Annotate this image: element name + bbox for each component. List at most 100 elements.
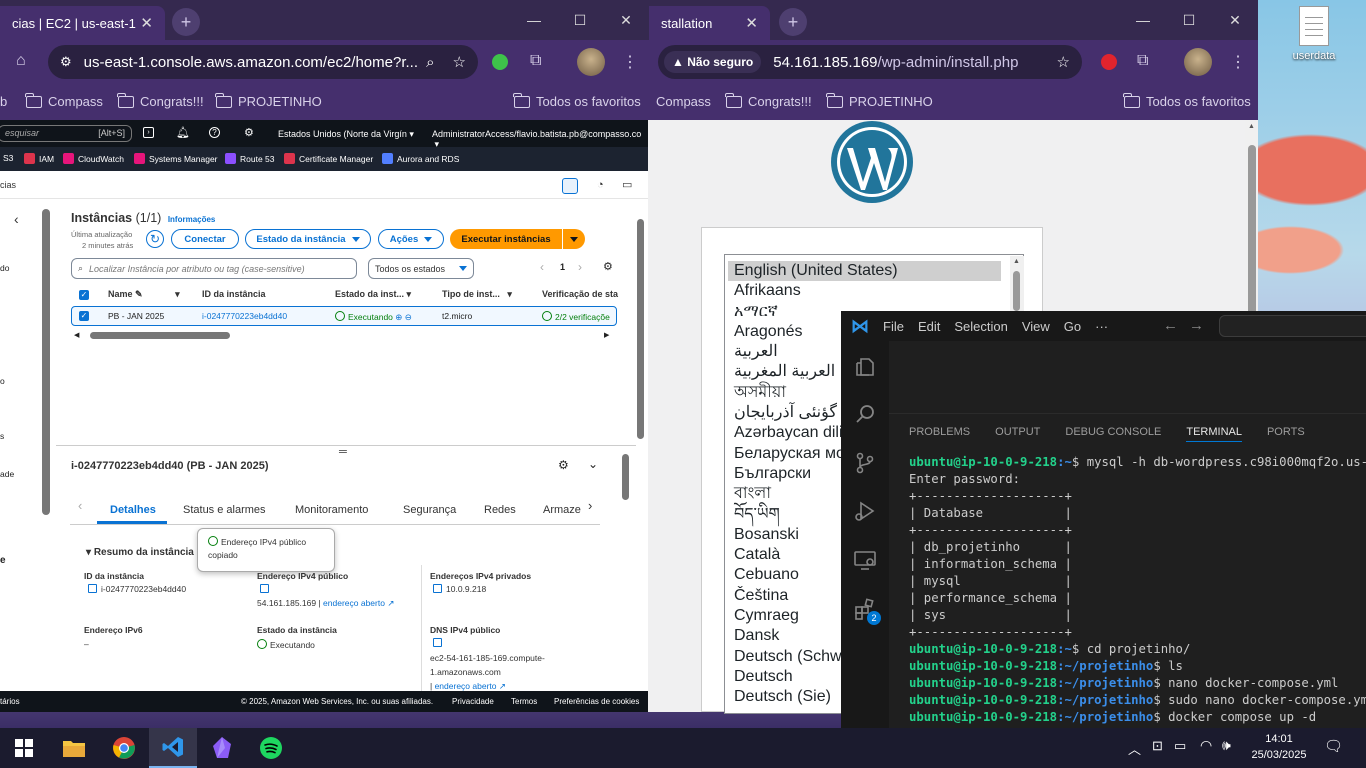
sidebar-fragment[interactable]: ade [0,469,14,479]
battery-icon[interactable]: ▭ [1174,738,1186,754]
terminal-output[interactable]: ubuntu@ip-10-0-9-218:~$ mysql -h db-word… [909,454,1366,726]
copy-dns-icon[interactable] [433,638,446,648]
profile-avatar[interactable] [1184,48,1212,76]
nav-back-icon[interactable]: ← [1163,317,1178,334]
refresh-button[interactable]: ↻ [146,230,164,248]
tab-wp-install[interactable]: stallation ✕ [649,6,770,40]
time-icon[interactable]: ◔ [597,179,604,191]
extensions-icon[interactable]: 2 [853,597,881,625]
nav-forward-icon[interactable]: → [1189,317,1204,334]
service-rds[interactable]: Aurora and RDS [382,153,459,164]
explorer-icon[interactable] [853,355,877,379]
service-systems-manager[interactable]: Systems Manager [134,153,218,164]
aws-search-input[interactable]: esquisar [Alt+S] [0,125,132,142]
tab-monitoring[interactable]: Monitoramento [295,504,368,516]
bookmark-projetinho[interactable]: PROJETINHO [826,92,933,109]
volume-icon[interactable]: 🕪︎ [1222,737,1231,754]
service-iam[interactable]: IAM [24,153,54,164]
privacy-link[interactable]: Privacidade [452,697,494,706]
next-page-icon[interactable]: › [578,260,582,274]
language-option[interactable]: Afrikaans [725,281,1023,301]
footer-left-link[interactable]: tários [0,697,20,706]
copy-public-ip-icon[interactable] [260,584,273,594]
settings-gear-icon[interactable]: ⚙ [244,126,254,139]
instance-id-value[interactable]: i-0247770223eb4dd40 [88,584,186,594]
col-name[interactable]: Name ✎ ▾ [108,289,180,300]
sidebar-fragment[interactable]: e [0,555,6,566]
region-selector[interactable]: Estados Unidos (Norte da Virgín ▾ [278,129,414,140]
meet-now-icon[interactable]: ⊡ [1152,738,1163,754]
extensions-puzzle-icon[interactable]: ⧉ [530,52,541,70]
desktop-file-icon[interactable]: userdata [1286,6,1342,62]
tab-debug-console[interactable]: DEBUG CONSOLE [1065,426,1161,442]
bookmark-all-favorites[interactable]: Todos os favoritos [1123,92,1251,109]
tab-ports[interactable]: PORTS [1267,426,1305,442]
bookmark-star-icon[interactable]: ☆ [453,53,466,71]
menu-kebab-icon[interactable]: ⋮ [622,52,638,72]
home-icon[interactable]: ⌂ [16,52,26,70]
row-checkbox[interactable]: ✓ [79,311,89,321]
search-icon[interactable]: ⌕ [426,54,434,71]
obsidian-icon[interactable] [198,728,246,768]
maximize-icon[interactable]: ☐ [1166,0,1212,40]
menu-go[interactable]: Go [1064,319,1081,334]
minimize-icon[interactable]: — [1120,0,1166,40]
close-tab-icon[interactable]: ✕ [140,14,153,32]
new-tab-button[interactable]: + [172,8,200,36]
summary-section-header[interactable]: ▾ Resumo da instância [86,547,194,558]
collapse-nav-icon[interactable]: ‹ [14,211,19,227]
vscode-taskbar-icon[interactable] [149,728,197,768]
tab-storage[interactable]: Armaze [543,504,581,516]
service-s3[interactable]: S3 [3,153,13,163]
cloudshell-icon[interactable]: › [143,127,154,138]
wordpress-logo[interactable] [830,120,914,204]
table-settings-icon[interactable]: ⚙ [603,260,613,273]
tab-details[interactable]: Detalhes [110,504,156,516]
breadcrumb-item[interactable]: cias [0,180,16,190]
bookmark-item[interactable]: b [0,94,7,109]
table-hscroll[interactable]: ◀ ▶ [74,331,614,340]
select-all-checkbox[interactable]: ✓ [79,290,89,300]
show-hidden-icons-chevron[interactable]: ︿ [1128,739,1141,758]
launch-instances-button[interactable]: Executar instâncias [450,229,562,249]
file-explorer-icon[interactable] [50,728,98,768]
notifications-icon[interactable]: ▭ [622,178,632,191]
search-icon[interactable] [853,402,877,426]
tab-security[interactable]: Segurança [403,504,456,516]
address-bar[interactable]: ▲ Não seguro 54.161.185.169/wp-admin/ins… [658,45,1082,79]
extension-green-icon[interactable] [492,54,508,70]
collapse-details-icon[interactable]: ⌄ [588,457,598,471]
bell-icon[interactable]: 🔔︎ [176,126,190,139]
tabs-next-icon[interactable]: › [588,498,592,513]
site-info-icon[interactable]: ⚙ [60,54,72,70]
terms-link[interactable]: Termos [511,697,537,706]
menu-more[interactable]: ··· [1095,319,1108,334]
details-vscroll[interactable] [622,454,629,500]
chrome-icon[interactable] [100,728,148,768]
row-instance-id[interactable]: i-0247770223eb4dd40 [202,311,287,321]
maximize-icon[interactable]: ☐ [557,0,603,40]
open-address-link[interactable]: endereço aberto [323,598,385,608]
details-settings-icon[interactable]: ⚙ [558,458,569,472]
menu-file[interactable]: File [883,319,904,334]
notification-center-icon[interactable]: 🗨︎ [1324,737,1343,755]
extensions-puzzle-icon[interactable]: ⧉ [1137,52,1148,70]
col-state[interactable]: Estado da inst... ▾ [335,289,411,300]
command-center-input[interactable] [1219,315,1366,337]
start-button[interactable] [0,728,48,768]
private-ip-value[interactable]: 10.0.9.218 [433,584,486,594]
table-row[interactable]: ✓ PB - JAN 2025 i-0247770223eb4dd40 Exec… [71,306,617,326]
new-tab-button[interactable]: + [779,8,807,36]
close-window-icon[interactable]: ✕ [603,0,649,40]
instance-search-input[interactable]: ⌕ Localizar Instância por atributo ou tag… [71,258,357,279]
profile-avatar[interactable] [577,48,605,76]
cookies-link[interactable]: Preferências de cookies [554,697,639,706]
menu-view[interactable]: View [1022,319,1050,334]
clock[interactable]: 14:01 25/03/2025 [1246,731,1312,763]
tab-problems[interactable]: PROBLEMS [909,426,970,442]
launch-dropdown-button[interactable] [563,229,585,249]
tab-terminal[interactable]: TERMINAL [1186,426,1242,442]
actions-button[interactable]: Ações [378,229,444,249]
sidebar-fragment[interactable]: o [0,376,5,386]
info-link[interactable]: Informações [168,215,216,224]
